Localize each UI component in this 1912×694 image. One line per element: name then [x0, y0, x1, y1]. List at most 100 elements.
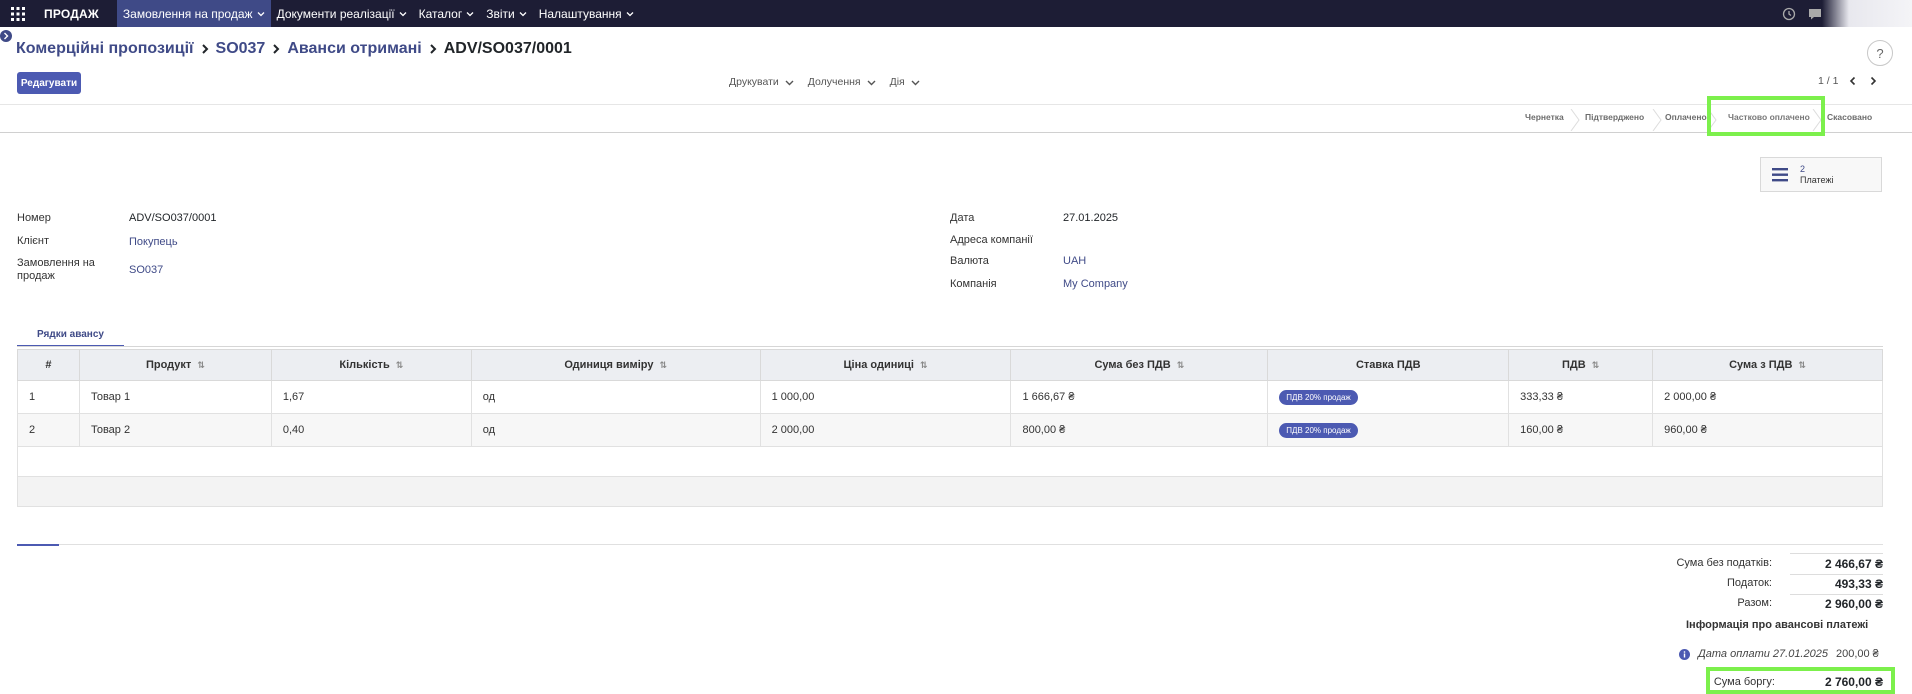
stage-confirmed[interactable]: Підтверджено [1585, 112, 1644, 122]
col-header-tax-rate[interactable]: Ставка ПДВ [1267, 349, 1510, 381]
cell-subtotal: 1 666,67 ₴ [1010, 380, 1269, 414]
table-header-row: # Продукт ⇅ Кількість ⇅ Одиниця виміру ⇅ Ці… [17, 349, 1883, 381]
chevron-right-icon[interactable] [1868, 76, 1878, 86]
col-header-subtotal[interactable]: Сума без ПДВ ⇅ [1010, 349, 1269, 381]
cell-total: 2 000,00 ₴ [1652, 380, 1883, 414]
col-header-product[interactable]: Продукт ⇅ [78, 349, 272, 381]
clock-icon[interactable] [1782, 7, 1796, 21]
payments-smart-button[interactable]: 2 Платежі [1760, 157, 1882, 192]
empty-row [17, 476, 1883, 507]
cell-index: 1 [17, 380, 80, 414]
menu-settings[interactable]: Налаштування [533, 0, 640, 27]
action-bar: Друкувати Долучення Дія [729, 76, 920, 88]
company-link[interactable]: My Company [1063, 278, 1128, 290]
sidebar-toggle-icon[interactable] [0, 30, 12, 42]
table-row[interactable]: 2 Товар 2 0,40 од 2 000,00 800,00 ₴ ПДВ … [17, 413, 1883, 447]
breadcrumb: Комерційні пропозиції SO037 Аванси отрим… [16, 40, 572, 58]
sale-order-label: Замовлення на продаж [17, 257, 95, 282]
table-row[interactable]: 1 Товар 1 1,67 од 1 000,00 1 666,67 ₴ ПД… [17, 380, 1883, 414]
chevron-right-icon [201, 44, 208, 54]
stage-cancelled[interactable]: Скасовано [1827, 112, 1872, 122]
breadcrumb-advances[interactable]: Аванси отримані [287, 40, 421, 58]
edit-button[interactable]: Редагувати [17, 72, 81, 94]
currency-link[interactable]: UAH [1063, 255, 1086, 267]
print-label: Друкувати [729, 76, 779, 88]
tax-badge: ПДВ 20% продаж [1279, 422, 1358, 438]
breadcrumb-quotations[interactable]: Комерційні пропозиції [16, 40, 194, 58]
payments-label: Платежі [1800, 174, 1834, 185]
tax-label: Податок: [1727, 577, 1772, 589]
tab-advance-lines[interactable]: Рядки авансу [17, 323, 124, 347]
chevron-left-icon[interactable] [1848, 76, 1858, 86]
help-button[interactable]: ? [1867, 40, 1893, 66]
chevron-down-icon [911, 80, 920, 85]
chevron-down-icon [519, 11, 527, 16]
cell-total: 960,00 ₴ [1652, 413, 1883, 447]
menu-catalog[interactable]: Каталог [413, 0, 481, 27]
total-label: Разом: [1737, 597, 1772, 609]
company-address-label: Адреса компанії [950, 234, 1033, 246]
user-menu[interactable] [1822, 0, 1912, 27]
cell-index: 2 [17, 413, 80, 447]
company-label: Компанія [950, 278, 997, 290]
cell-tax: 160,00 ₴ [1508, 413, 1654, 447]
status-bar: Чернетка Підтверджено Оплачено Частково … [0, 104, 1912, 133]
info-icon[interactable] [1679, 648, 1690, 660]
currency-label: Валюта [950, 255, 989, 267]
menu-delivery-docs[interactable]: Документи реалізації [271, 0, 413, 27]
section-divider [17, 544, 1883, 545]
number-label: Номер [17, 212, 51, 224]
payment-date: Дата оплати 27.01.2025 [1698, 648, 1828, 660]
col-header-index[interactable]: # [17, 349, 80, 381]
cell-subtotal: 800,00 ₴ [1010, 413, 1269, 447]
payment-line: Дата оплати 27.01.2025 200,00 ₴ [1679, 648, 1879, 660]
action-dropdown[interactable]: Дія [890, 76, 920, 88]
chevron-down-icon [785, 80, 794, 85]
menu-label: Замовлення на продаж [122, 6, 253, 21]
sale-order-link[interactable]: SO037 [129, 264, 163, 276]
menu-label: Звіти [486, 6, 515, 21]
chevron-down-icon [257, 11, 265, 16]
chevron-down-icon [626, 11, 634, 16]
cell-uom: од [470, 380, 761, 414]
cell-quantity: 1,67 [270, 380, 472, 414]
menu-label: Документи реалізації [276, 6, 395, 21]
untaxed-label: Сума без податків: [1676, 557, 1772, 569]
cell-tax-rate: ПДВ 20% продаж [1267, 380, 1510, 414]
col-header-total[interactable]: Сума з ПДВ ⇅ [1652, 349, 1883, 381]
chevron-right-icon [429, 44, 437, 54]
chat-icon[interactable] [1808, 7, 1822, 21]
attachments-dropdown[interactable]: Долучення [808, 76, 876, 88]
col-header-quantity[interactable]: Кількість ⇅ [270, 349, 472, 381]
apps-menu-icon[interactable] [0, 0, 36, 27]
total-value: 2 960,00 ₴ [1824, 597, 1883, 611]
date-value: 27.01.2025 [1063, 212, 1119, 224]
breadcrumb-sale-order[interactable]: SO037 [216, 40, 266, 58]
menu-sale-orders[interactable]: Замовлення на продаж [116, 0, 271, 27]
app-brand[interactable]: ПРОДАЖ [44, 7, 99, 21]
menu-label: Налаштування [538, 6, 622, 21]
highlight-current-status [1707, 96, 1825, 136]
stage-draft[interactable]: Чернетка [1525, 112, 1564, 122]
col-header-tax[interactable]: ПДВ ⇅ [1508, 349, 1654, 381]
sort-icon: ⇅ [1176, 360, 1185, 370]
print-dropdown[interactable]: Друкувати [729, 76, 794, 88]
cell-tax: 333,33 ₴ [1508, 380, 1654, 414]
client-link[interactable]: Покупець [129, 236, 178, 248]
total-box [1790, 594, 1883, 595]
stage-separator [1652, 109, 1662, 131]
number-value: ADV/SO037/0001 [129, 212, 217, 224]
tab-divider [17, 346, 1883, 347]
untaxed-value: 2 466,67 ₴ [1824, 557, 1883, 571]
highlight-debt [1706, 667, 1895, 694]
chevron-down-icon [399, 11, 407, 16]
pager-value[interactable]: 1 / 1 [1818, 75, 1838, 87]
col-header-unit-price[interactable]: Ціна одиниці ⇅ [759, 349, 1012, 381]
col-header-uom[interactable]: Одиниця виміру ⇅ [470, 349, 761, 381]
action-label: Дія [889, 76, 905, 88]
cell-quantity: 0,40 [270, 413, 472, 447]
sort-icon: ⇅ [395, 360, 404, 370]
breadcrumb-current: ADV/SO037/0001 [443, 40, 572, 57]
stage-paid[interactable]: Оплачено [1665, 112, 1707, 122]
menu-reports[interactable]: Звіти [480, 0, 533, 27]
